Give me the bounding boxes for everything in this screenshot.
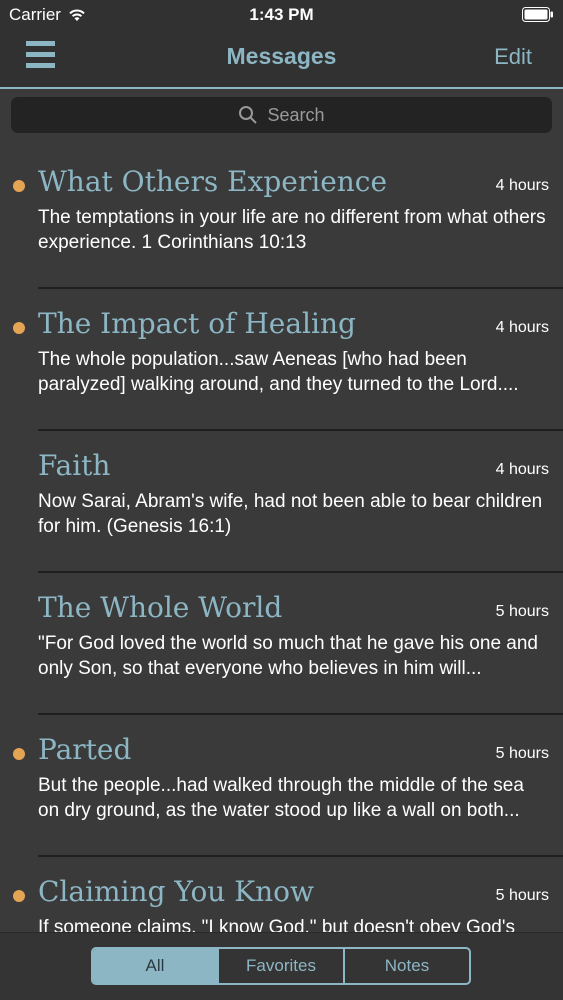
list-item[interactable]: Parted 5 hours But the people...had walk… [0,715,563,857]
message-preview: "For God loved the world so much that he… [38,633,538,679]
message-preview: If someone claims, "I know God," but doe… [38,917,515,932]
message-time: 5 hours [495,887,549,904]
search-icon [239,106,258,124]
list-item[interactable]: The Impact of Healing 4 hours The whole … [0,289,563,431]
message-time: 4 hours [495,461,549,478]
message-preview: But the people...had walked through the … [38,775,524,821]
message-preview: The temptations in your life are no diff… [38,207,546,253]
unread-dot-icon [13,180,25,192]
search-placeholder: Search [267,104,325,125]
status-time: 1:43 PM [249,5,314,24]
unread-dot-icon [13,748,25,760]
status-bar: Carrier 1:43 PM [0,0,563,30]
message-title: Claiming You Know [38,875,315,908]
list-item[interactable]: Claiming You Know 5 hours If someone cla… [0,857,563,932]
message-time: 4 hours [495,319,549,336]
battery-icon [522,7,553,22]
message-time: 4 hours [495,177,549,194]
unread-dot-icon [13,322,25,334]
messages-list: What Others Experience 4 hours The tempt… [0,147,563,932]
messages-screen: Carrier 1:43 PM Messages Edit Search Wha… [0,0,563,1000]
navigation-bar: Messages Edit [0,30,563,89]
search-bar: Search [0,89,563,141]
list-item[interactable]: What Others Experience 4 hours The tempt… [0,147,563,289]
message-preview: The whole population...saw Aeneas [who h… [38,349,519,395]
message-title: What Others Experience [38,165,388,198]
segment-favorites[interactable]: Favorites [219,949,345,983]
edit-button[interactable]: Edit [494,44,532,70]
message-title: Parted [38,733,132,766]
unread-dot-icon [13,890,25,902]
list-item[interactable]: Faith 4 hours Now Sarai, Abram's wife, h… [0,431,563,573]
filter-segmented-control: All Favorites Notes [91,947,471,985]
message-time: 5 hours [495,745,549,762]
message-title: The Impact of Healing [38,307,356,340]
page-title: Messages [226,43,337,69]
search-input[interactable]: Search [11,97,552,133]
message-title: Faith [38,449,111,482]
list-item[interactable]: The Whole World 5 hours "For God loved t… [0,573,563,715]
message-preview: Now Sarai, Abram's wife, had not been ab… [38,491,543,537]
segment-notes[interactable]: Notes [345,949,469,983]
segment-all[interactable]: All [93,949,219,983]
bottom-toolbar: All Favorites Notes [0,932,563,1000]
message-time: 5 hours [495,603,549,620]
message-title: The Whole World [38,591,283,624]
